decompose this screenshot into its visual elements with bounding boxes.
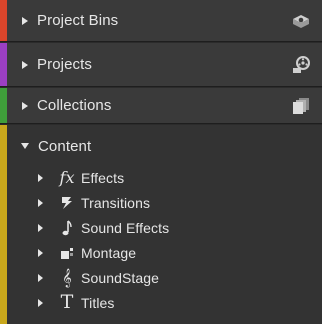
expand-arrow-icon[interactable] <box>38 248 43 257</box>
fx-icon: fx <box>59 168 75 187</box>
content-item-label: Transitions <box>81 194 151 211</box>
montage-icon <box>56 242 78 264</box>
section-label: Content <box>38 137 92 155</box>
expand-arrow-icon[interactable] <box>38 273 43 282</box>
section-project-bins[interactable]: Project Bins <box>0 0 322 42</box>
expand-arrow-icon[interactable] <box>22 60 28 69</box>
projects-icon <box>293 55 310 73</box>
section-label: Project Bins <box>37 12 119 29</box>
section-label: Projects <box>37 56 92 73</box>
section-content: Content fx Effects Transitions Sound Eff… <box>0 125 322 324</box>
soundstage-icon: 𝄞 <box>62 267 72 287</box>
content-list: fx Effects Transitions Sound Effects Mon… <box>0 165 322 315</box>
content-item-transitions[interactable]: Transitions <box>0 190 322 215</box>
expand-arrow-icon[interactable] <box>38 298 43 307</box>
expand-arrow-icon[interactable] <box>22 101 28 110</box>
music-note-icon <box>56 217 78 239</box>
titles-icon: T <box>60 291 74 313</box>
content-item-label: SoundStage <box>81 269 160 286</box>
content-item-titles[interactable]: T Titles <box>0 290 322 315</box>
content-item-label: Effects <box>81 169 125 186</box>
transitions-icon <box>56 192 78 214</box>
collapse-arrow-icon[interactable] <box>21 143 29 149</box>
expand-arrow-icon[interactable] <box>38 198 43 207</box>
content-item-label: Montage <box>81 244 137 261</box>
project-bins-icon <box>293 14 309 28</box>
section-projects[interactable]: Projects <box>0 43 322 87</box>
expand-arrow-icon[interactable] <box>38 173 43 182</box>
section-label: Collections <box>37 97 112 114</box>
section-collections[interactable]: Collections <box>0 88 322 124</box>
content-item-soundstage[interactable]: 𝄞 SoundStage <box>0 265 322 290</box>
library-panel: Project Bins Projects Collections Conten… <box>0 0 322 324</box>
content-item-sound-effects[interactable]: Sound Effects <box>0 215 322 240</box>
expand-arrow-icon[interactable] <box>22 16 28 25</box>
content-item-montage[interactable]: Montage <box>0 240 322 265</box>
content-header[interactable]: Content <box>0 127 322 165</box>
content-item-label: Sound Effects <box>81 219 170 236</box>
collections-icon <box>293 97 309 114</box>
content-item-effects[interactable]: fx Effects <box>0 165 322 190</box>
content-item-label: Titles <box>81 294 115 311</box>
expand-arrow-icon[interactable] <box>38 223 43 232</box>
